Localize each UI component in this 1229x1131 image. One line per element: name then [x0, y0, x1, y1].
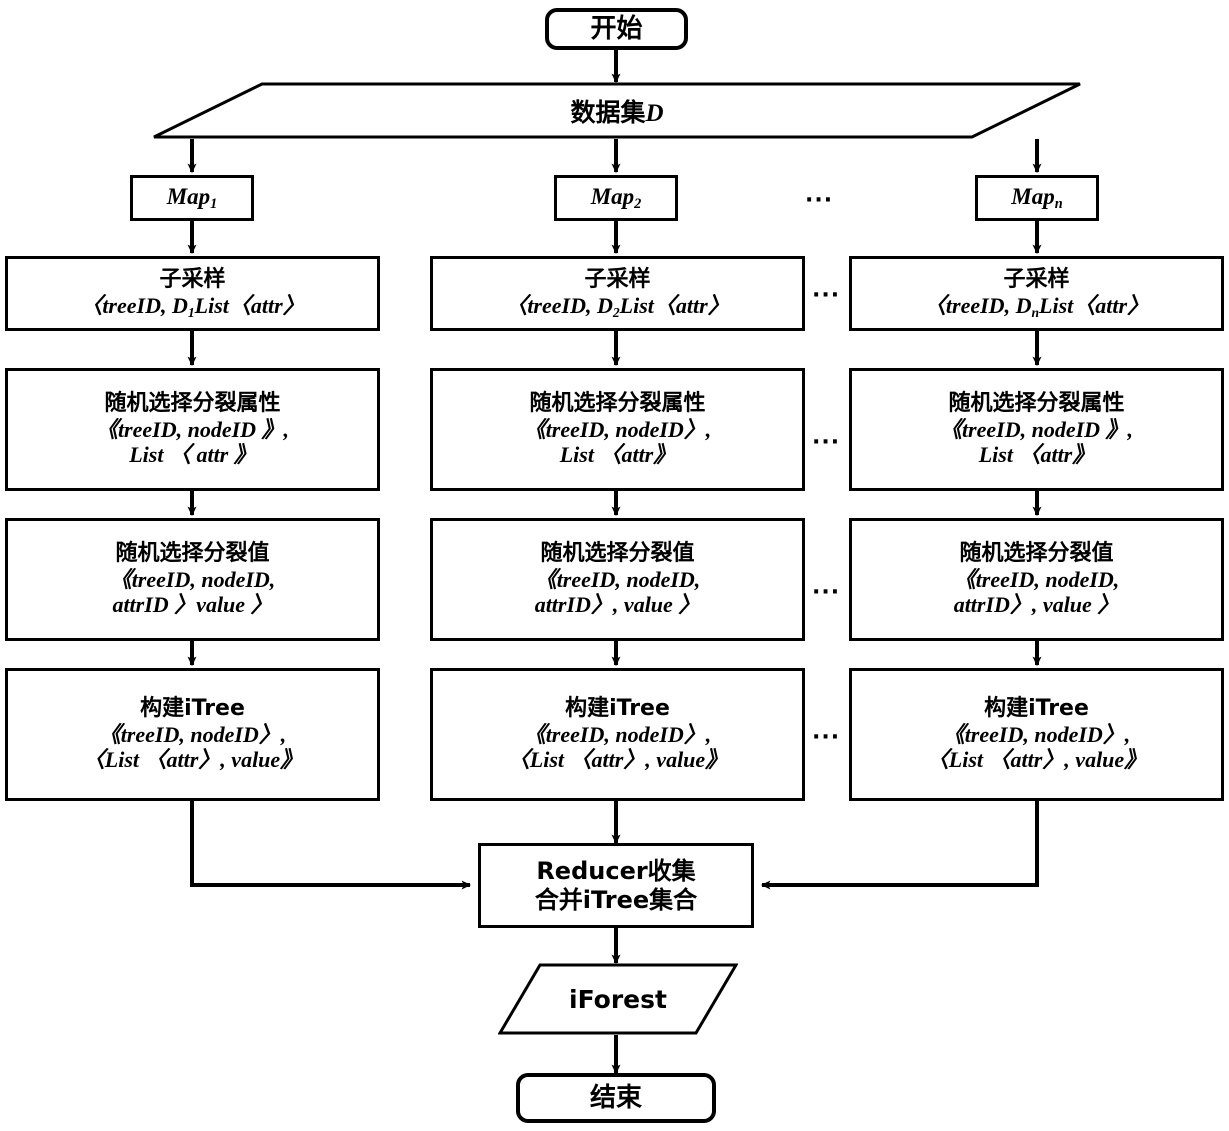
- map-node-n-label: Mapn: [1011, 183, 1062, 213]
- reducer-line-2: 合并iTree集合: [534, 885, 698, 914]
- end-node[interactable]: 结束: [516, 1073, 716, 1123]
- map-node-n-subscript: n: [1054, 196, 1063, 213]
- split-value-node-n-line3: attrID〉, value 〉: [953, 592, 1120, 618]
- split-value-node-1-title: 随机选择分裂值: [115, 540, 270, 566]
- subsample-node-n-key: 〈treeID, DnList〈attr〉: [924, 293, 1149, 321]
- subsample-node-n[interactable]: 子采样 〈treeID, DnList〈attr〉: [849, 256, 1224, 331]
- ellipsis-build-itree-row: ···: [812, 725, 841, 750]
- split-value-node-2-line3: attrID〉, value 〉: [534, 592, 701, 618]
- build-itree-node-1[interactable]: 构建iTree 《treeID, nodeID〉, 〈List 〈attr〉, …: [5, 668, 380, 801]
- dataset-label-cn: 数据集: [570, 97, 646, 127]
- split-attr-node-n-line2: 《treeID, nodeID 》,: [939, 416, 1134, 442]
- split-value-node-1-line2: 《treeID, nodeID,: [109, 566, 276, 592]
- split-attr-node-1-title: 随机选择分裂属性: [104, 390, 281, 416]
- subsample-node-1-key-post: List〈attr〉: [194, 292, 305, 318]
- split-attr-node-n-title: 随机选择分裂属性: [948, 390, 1125, 416]
- subsample-node-2[interactable]: 子采样 〈treeID, D2List〈attr〉: [430, 256, 805, 331]
- split-value-node-1-line3: attrID 〉value 〉: [112, 592, 273, 618]
- build-itree-node-2[interactable]: 构建iTree 《treeID, nodeID〉, 〈List 〈attr〉, …: [430, 668, 805, 801]
- subsample-node-n-title: 子采样: [1003, 266, 1070, 292]
- subsample-node-2-key-sub: 2: [612, 304, 620, 320]
- build-itree-node-n-line3: 〈List 〈attr〉, value》: [926, 747, 1147, 773]
- map-node-2-name: Map: [590, 184, 635, 210]
- build-itree-node-2-line3: 〈List 〈attr〉, value》: [507, 747, 728, 773]
- split-attr-node-2-title: 随机选择分裂属性: [529, 390, 706, 416]
- subsample-node-1-key: 〈treeID, D1List〈attr〉: [80, 293, 304, 321]
- build-itree-node-1-title: 构建iTree: [140, 695, 245, 721]
- subsample-node-n-key-pre: 〈treeID, D: [923, 292, 1032, 318]
- subsample-node-2-key-pre: 〈treeID, D: [505, 292, 613, 318]
- reducer-node[interactable]: Reducer收集 合并iTree集合: [478, 843, 754, 928]
- build-itree-node-2-line2: 《treeID, nodeID〉,: [523, 721, 712, 747]
- subsample-node-2-key-post: List〈attr〉: [619, 292, 730, 318]
- map-node-2[interactable]: Map2: [554, 175, 678, 221]
- split-value-node-n[interactable]: 随机选择分裂值 《treeID, nodeID, attrID〉, value …: [849, 518, 1224, 641]
- start-node[interactable]: 开始: [545, 8, 688, 50]
- split-attr-node-n-line3: List 〈attr》: [978, 442, 1095, 468]
- ellipsis-split-value-row: ···: [812, 580, 841, 605]
- split-attr-node-1-line3: List 〈 attr 》: [129, 442, 256, 468]
- reducer-line-1: Reducer收集: [536, 857, 696, 886]
- ellipsis-split-attr-row: ···: [812, 430, 841, 455]
- map-node-1-subscript: 1: [210, 196, 218, 213]
- split-value-node-2[interactable]: 随机选择分裂值 《treeID, nodeID, attrID〉, value …: [430, 518, 805, 641]
- split-value-node-n-line2: 《treeID, nodeID,: [953, 566, 1120, 592]
- split-attr-node-1[interactable]: 随机选择分裂属性 《treeID, nodeID 》, List 〈 attr …: [5, 368, 380, 491]
- build-itree-node-n-title: 构建iTree: [984, 695, 1089, 721]
- subsample-node-1-title: 子采样: [159, 266, 226, 292]
- split-value-node-2-line2: 《treeID, nodeID,: [534, 566, 701, 592]
- split-attr-node-n[interactable]: 随机选择分裂属性 《treeID, nodeID 》, List 〈attr》: [849, 368, 1224, 491]
- flowchart-canvas: 开始 数据集D Map1 Map2 Mapn ··· 子采样 〈treeID, …: [0, 0, 1229, 1131]
- ellipsis-map-row: ···: [805, 188, 834, 213]
- map-node-2-subscript: 2: [634, 196, 642, 213]
- build-itree-node-n-line2: 《treeID, nodeID〉,: [942, 721, 1131, 747]
- subsample-node-1[interactable]: 子采样 〈treeID, D1List〈attr〉: [5, 256, 380, 331]
- subsample-node-1-key-pre: 〈treeID, D: [80, 292, 188, 318]
- map-node-n[interactable]: Mapn: [975, 175, 1099, 221]
- start-label: 开始: [590, 13, 643, 44]
- build-itree-node-1-line2: 《treeID, nodeID〉,: [98, 721, 287, 747]
- split-attr-node-2-line3: List 〈attr》: [559, 442, 676, 468]
- subsample-node-1-key-sub: 1: [187, 304, 195, 320]
- output-node[interactable]: iForest: [498, 963, 738, 1035]
- map-node-2-label: Map2: [591, 183, 642, 213]
- build-itree-node-2-title: 构建iTree: [565, 695, 670, 721]
- dataset-label: 数据集D: [570, 93, 663, 129]
- dataset-node[interactable]: 数据集D: [152, 82, 1082, 139]
- subsample-node-n-key-sub: n: [1031, 304, 1040, 320]
- ellipsis-subsample-row: ···: [812, 283, 841, 308]
- build-itree-node-n[interactable]: 构建iTree 《treeID, nodeID〉, 〈List 〈attr〉, …: [849, 668, 1224, 801]
- subsample-node-2-key: 〈treeID, D2List〈attr〉: [505, 293, 729, 321]
- map-node-1[interactable]: Map1: [130, 175, 254, 221]
- dataset-label-var: D: [645, 99, 664, 127]
- split-value-node-1[interactable]: 随机选择分裂值 《treeID, nodeID, attrID 〉value 〉: [5, 518, 380, 641]
- end-label: 结束: [589, 1082, 642, 1113]
- subsample-node-n-key-post: List〈attr〉: [1039, 292, 1150, 318]
- split-attr-node-2-line2: 《treeID, nodeID〉,: [523, 416, 712, 442]
- map-node-1-name: Map: [166, 184, 211, 210]
- split-value-node-2-title: 随机选择分裂值: [540, 540, 695, 566]
- subsample-node-2-title: 子采样: [584, 266, 651, 292]
- map-node-n-name: Map: [1011, 184, 1055, 210]
- split-attr-node-1-line2: 《treeID, nodeID 》,: [95, 416, 290, 442]
- output-label: iForest: [569, 984, 667, 1014]
- split-value-node-n-title: 随机选择分裂值: [959, 540, 1114, 566]
- split-attr-node-2[interactable]: 随机选择分裂属性 《treeID, nodeID〉, List 〈attr》: [430, 368, 805, 491]
- map-node-1-label: Map1: [167, 183, 218, 213]
- build-itree-node-1-line3: 〈List 〈attr〉, value》: [82, 747, 303, 773]
